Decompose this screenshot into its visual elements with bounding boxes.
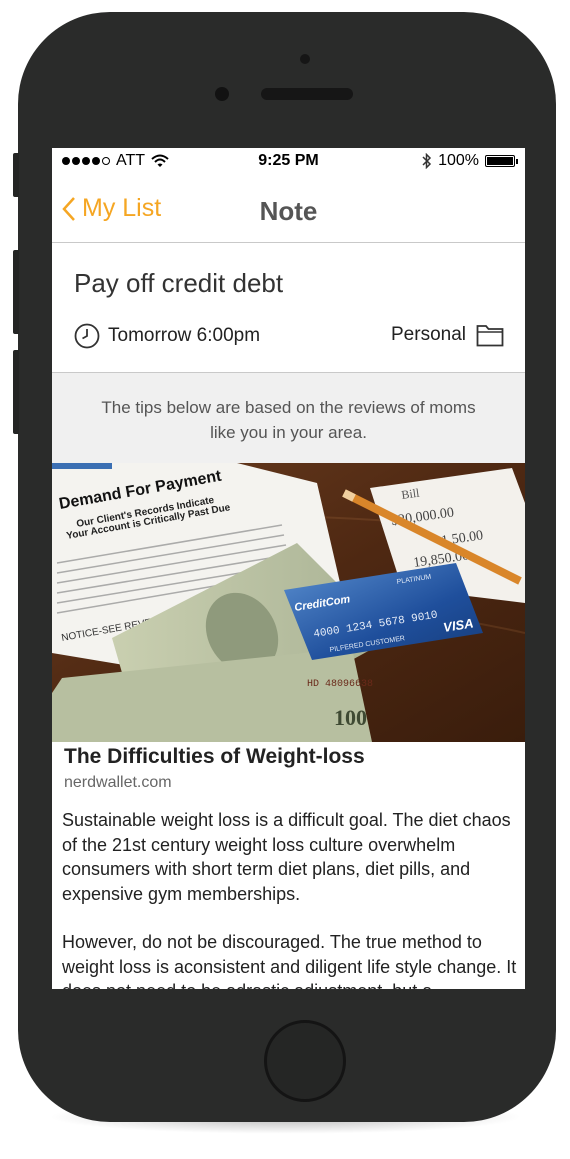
status-bar: ATT 9:25 PM 100% [52, 148, 525, 176]
due-date[interactable]: Tomorrow 6:00pm [74, 323, 260, 349]
screen: ATT 9:25 PM 100% My List Note Pay off cr… [52, 148, 525, 989]
article-title[interactable]: The Difficulties of Weight-loss [64, 745, 365, 769]
article-source[interactable]: nerdwallet.com [64, 774, 172, 792]
tips-text: The tips below are based on the reviews … [101, 398, 476, 442]
volume-down-button[interactable] [13, 350, 19, 434]
due-label: Tomorrow 6:00pm [108, 325, 261, 346]
article-image[interactable]: Bill $20,000.00 1.50.00 19,850.00 Demand… [52, 463, 525, 742]
article-paragraph: However, do not be discouraged. The true… [62, 932, 517, 989]
image-bill-label: Bill [400, 486, 420, 502]
bluetooth-icon [422, 153, 432, 169]
image-bill-serial: HD 48096638 [307, 679, 373, 690]
article-body: Sustainable weight loss is a difficult g… [62, 808, 522, 989]
article-paragraph: Sustainable weight loss is a difficult g… [62, 810, 511, 904]
task-meta: Tomorrow 6:00pm Personal [74, 323, 504, 353]
volume-up-button[interactable] [13, 250, 19, 334]
category-label: Personal [391, 324, 466, 345]
navigation-bar: My List Note [52, 176, 525, 243]
bills-and-credit-card-photo: Bill $20,000.00 1.50.00 19,850.00 Demand… [52, 463, 525, 742]
proximity-sensor [300, 54, 310, 64]
nav-title: Note [259, 196, 318, 226]
folder-icon [476, 325, 504, 347]
mute-switch[interactable] [13, 153, 19, 197]
tips-banner: The tips below are based on the reviews … [52, 372, 525, 463]
task-title[interactable]: Pay off credit debt [74, 268, 283, 299]
clock-icon [74, 323, 100, 349]
category[interactable]: Personal [391, 323, 504, 347]
battery-icon [485, 155, 518, 167]
front-camera [215, 87, 229, 101]
battery-percent: 100% [438, 152, 479, 169]
home-button[interactable] [264, 1020, 346, 1102]
earpiece-speaker [261, 88, 353, 100]
image-bill-denomination: 100 [334, 705, 367, 730]
status-right: 100% [422, 152, 518, 170]
